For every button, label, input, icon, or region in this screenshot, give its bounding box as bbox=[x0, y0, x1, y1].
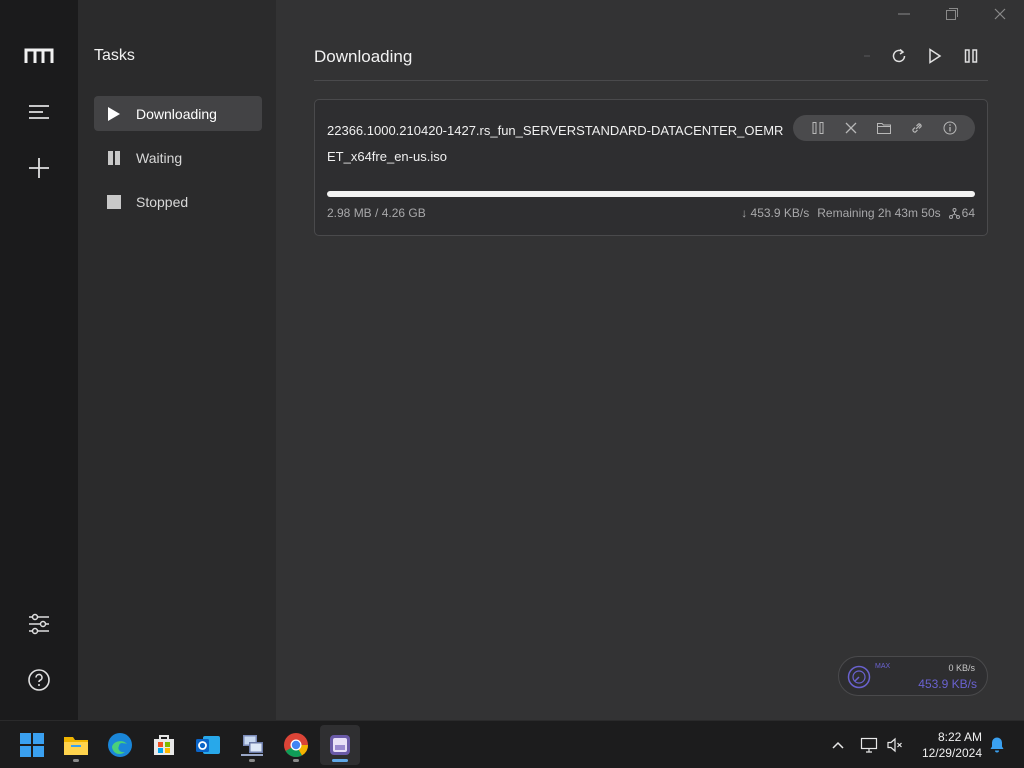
clock-time: 8:22 AM bbox=[937, 730, 982, 744]
nav-item-downloading[interactable]: Downloading bbox=[94, 96, 262, 131]
running-indicator bbox=[249, 759, 255, 762]
maximize-icon[interactable] bbox=[940, 6, 964, 22]
app-icon-rail bbox=[0, 0, 78, 720]
task-download-speed: ↓ 453.9 KB/s bbox=[741, 206, 810, 220]
preferences-icon[interactable] bbox=[28, 613, 50, 640]
taskbar-store[interactable] bbox=[144, 725, 184, 765]
taskbar-network-app[interactable] bbox=[232, 725, 272, 765]
task-connections: 64 bbox=[948, 206, 975, 220]
main-content: Downloading 22366.1000.210420-1427.rs_fu… bbox=[276, 0, 1024, 720]
task-size-progress: 2.98 MB / 4.26 GB bbox=[327, 206, 426, 220]
header-divider bbox=[314, 80, 988, 81]
taskbar-edge[interactable] bbox=[100, 725, 140, 765]
resume-all-icon[interactable] bbox=[924, 45, 946, 67]
nav-item-label: Waiting bbox=[136, 149, 183, 166]
pause-all-icon[interactable] bbox=[960, 45, 982, 67]
chevron-up-icon bbox=[832, 741, 844, 749]
download-speed: 453.9 KB/s bbox=[918, 677, 977, 691]
show-hidden-icons[interactable] bbox=[828, 721, 848, 768]
speedometer-icon bbox=[847, 665, 871, 694]
info-icon[interactable] bbox=[941, 119, 959, 137]
refresh-icon[interactable] bbox=[888, 45, 910, 67]
menu-icon[interactable] bbox=[28, 104, 50, 125]
edge-browser-icon bbox=[108, 733, 132, 757]
page-title: Downloading bbox=[314, 47, 413, 66]
folder-icon[interactable] bbox=[875, 119, 893, 137]
panel-title: Tasks bbox=[94, 47, 135, 64]
minimize-icon[interactable] bbox=[892, 6, 916, 22]
clock-date: 12/29/2024 bbox=[921, 746, 982, 760]
upload-speed: 0 KB/s bbox=[948, 663, 975, 673]
notifications[interactable] bbox=[986, 721, 1008, 768]
network-computers-icon bbox=[241, 735, 263, 756]
task-progress-bar bbox=[327, 191, 975, 197]
windows-logo-icon bbox=[20, 733, 44, 757]
delete-task-icon[interactable] bbox=[842, 119, 860, 137]
notification-bell-icon bbox=[990, 737, 1004, 753]
copy-link-icon[interactable] bbox=[908, 119, 926, 137]
play-icon bbox=[106, 106, 122, 122]
stop-icon bbox=[106, 194, 122, 210]
task-remaining-time: Remaining 2h 43m 50s bbox=[817, 206, 941, 220]
running-indicator bbox=[73, 759, 79, 762]
start-button[interactable] bbox=[12, 725, 52, 765]
motrix-app-icon bbox=[330, 735, 350, 755]
help-icon[interactable] bbox=[27, 668, 51, 697]
pause-task-icon[interactable] bbox=[809, 119, 827, 137]
system-clock[interactable]: 8:22 AM 12/29/2024 bbox=[922, 729, 982, 761]
taskbar-motrix[interactable] bbox=[320, 725, 360, 765]
nav-item-waiting[interactable]: Waiting bbox=[94, 140, 262, 175]
taskbar-file-explorer[interactable] bbox=[56, 725, 96, 765]
volume-muted-icon bbox=[887, 737, 902, 753]
chrome-browser-icon bbox=[284, 733, 308, 758]
taskbar-outlook[interactable] bbox=[188, 725, 228, 765]
outlook-icon bbox=[196, 736, 220, 754]
close-window-icon[interactable] bbox=[988, 6, 1012, 22]
add-task-icon[interactable] bbox=[28, 157, 50, 184]
nav-item-stopped[interactable]: Stopped bbox=[94, 184, 262, 219]
taskbar-chrome[interactable] bbox=[276, 725, 316, 765]
task-progress-fill bbox=[327, 191, 975, 197]
store-icon bbox=[154, 735, 174, 755]
active-indicator bbox=[332, 759, 348, 762]
purge-icon[interactable] bbox=[856, 45, 878, 67]
volume-status[interactable] bbox=[884, 721, 906, 768]
task-stats: ↓ 453.9 KB/s Remaining 2h 43m 50s 64 bbox=[741, 206, 975, 220]
nav-item-label: Downloading bbox=[136, 105, 217, 122]
connections-icon bbox=[948, 207, 960, 219]
task-actions bbox=[793, 115, 975, 141]
motrix-logo-icon bbox=[24, 48, 54, 64]
windows-taskbar: 8:22 AM 12/29/2024 bbox=[0, 720, 1024, 768]
task-list-panel: Tasks Downloading Waiting Stopped bbox=[78, 0, 276, 720]
running-indicator bbox=[293, 759, 299, 762]
network-status[interactable] bbox=[858, 721, 880, 768]
network-icon bbox=[860, 737, 878, 753]
task-item[interactable]: 22366.1000.210420-1427.rs_fun_SERVERSTAN… bbox=[314, 99, 988, 236]
file-explorer-icon bbox=[64, 737, 88, 755]
speedometer-widget[interactable]: MAX 0 KB/s 453.9 KB/s bbox=[838, 656, 988, 696]
task-file-name: 22366.1000.210420-1427.rs_fun_SERVERSTAN… bbox=[327, 123, 784, 164]
task-connections-count: 64 bbox=[961, 206, 975, 220]
nav-item-label: Stopped bbox=[136, 193, 189, 210]
pause-icon bbox=[106, 150, 122, 166]
speed-limit-label: MAX bbox=[875, 663, 891, 670]
